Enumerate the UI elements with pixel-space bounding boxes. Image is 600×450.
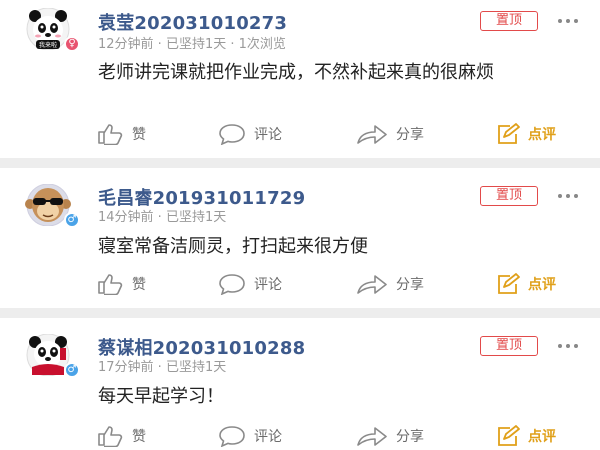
comment-button[interactable]: 评论	[218, 422, 282, 450]
comment-label: 评论	[254, 127, 282, 143]
post-card: 我来啦 ♀ 袁莹202031010273 12分钟前 · 已坚持1天 · 1次浏…	[0, 0, 600, 158]
more-dots-icon[interactable]	[556, 11, 580, 31]
share-label: 分享	[396, 127, 424, 143]
action-bar: 赞 评论 分享 点评	[0, 270, 600, 298]
comment-label: 评论	[254, 429, 282, 445]
pinned-badge: 置顶	[480, 186, 538, 206]
pinned-badge: 置顶	[480, 336, 538, 356]
review-button[interactable]: 点评	[496, 270, 556, 298]
post-feed: 我来啦 ♀ 袁莹202031010273 12分钟前 · 已坚持1天 · 1次浏…	[0, 0, 600, 450]
like-label: 赞	[132, 429, 146, 445]
share-arrow-icon	[357, 427, 387, 446]
thumbs-up-icon	[98, 274, 123, 295]
thumbs-up-icon	[98, 124, 123, 145]
comment-bubble-icon	[219, 274, 245, 295]
share-arrow-icon	[357, 125, 387, 144]
like-label: 赞	[132, 127, 146, 143]
like-button[interactable]: 赞	[96, 120, 146, 148]
action-bar: 赞 评论 分享 点评	[0, 422, 600, 450]
review-button[interactable]: 点评	[496, 120, 556, 148]
like-button[interactable]: 赞	[96, 270, 146, 298]
pinned-badge: 置顶	[480, 11, 538, 31]
post-card: ♂ 蔡谋相202031010288 17分钟前 · 已坚持1天 置顶 每天早起学…	[0, 318, 600, 450]
share-label: 分享	[396, 429, 424, 445]
share-button[interactable]: 分享	[356, 422, 424, 450]
review-button[interactable]: 点评	[496, 422, 556, 450]
review-label: 点评	[528, 429, 556, 445]
share-button[interactable]: 分享	[356, 120, 424, 148]
like-label: 赞	[132, 277, 146, 293]
action-bar: 赞 评论 分享 点评	[0, 120, 600, 148]
more-dots-icon[interactable]	[556, 336, 580, 356]
post-content: 寝室常备洁厕灵，打扫起来很方便	[98, 236, 368, 257]
post-content: 每天早起学习！	[98, 386, 224, 407]
avatar[interactable]: ♂	[16, 184, 80, 228]
comment-bubble-icon	[219, 426, 245, 447]
male-gender-icon: ♂	[64, 362, 80, 378]
share-label: 分享	[396, 277, 424, 293]
edit-review-icon	[498, 425, 520, 446]
female-gender-icon: ♀	[64, 36, 80, 52]
more-dots-icon[interactable]	[556, 186, 580, 206]
avatar[interactable]: ♂	[16, 334, 80, 378]
comment-button[interactable]: 评论	[218, 120, 282, 148]
post-meta: 12分钟前 · 已坚持1天 · 1次浏览	[98, 37, 286, 52]
comment-bubble-icon	[219, 124, 245, 145]
svg-text:我来啦: 我来啦	[39, 41, 57, 49]
comment-label: 评论	[254, 277, 282, 293]
edit-review-icon	[498, 273, 520, 294]
comment-button[interactable]: 评论	[218, 270, 282, 298]
share-button[interactable]: 分享	[356, 270, 424, 298]
thumbs-up-icon	[98, 426, 123, 447]
review-label: 点评	[528, 277, 556, 293]
edit-review-icon	[498, 123, 520, 144]
like-button[interactable]: 赞	[96, 422, 146, 450]
post-content: 老师讲完课就把作业完成，不然补起来真的很麻烦	[98, 62, 494, 83]
avatar[interactable]: 我来啦 ♀	[16, 8, 80, 52]
post-meta: 14分钟前 · 已坚持1天	[98, 210, 227, 225]
post-meta: 17分钟前 · 已坚持1天	[98, 360, 227, 375]
male-gender-icon: ♂	[64, 212, 80, 228]
review-label: 点评	[528, 127, 556, 143]
share-arrow-icon	[357, 275, 387, 294]
post-card: ♂ 毛昌睿201931011729 14分钟前 · 已坚持1天 置顶 寝室常备洁…	[0, 168, 600, 308]
user-name[interactable]: 袁莹202031010273	[98, 9, 287, 35]
